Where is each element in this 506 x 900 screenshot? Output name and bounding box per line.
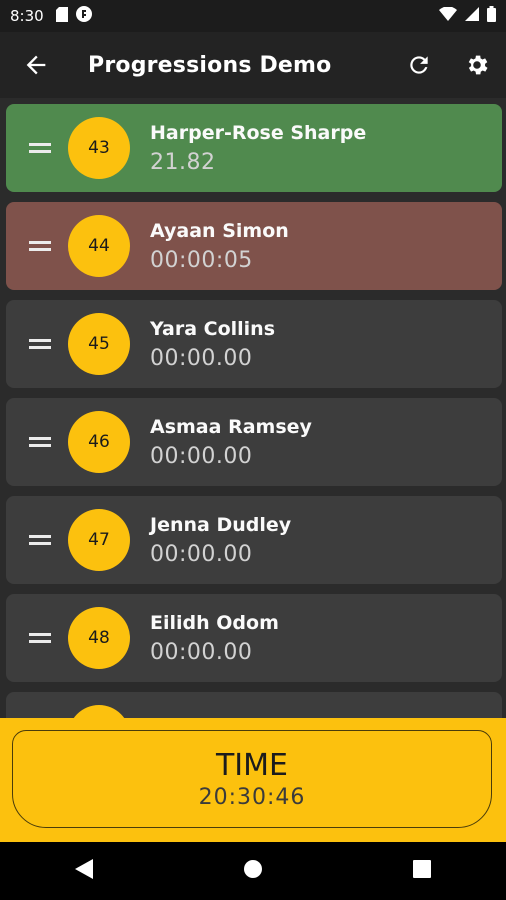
entry-time: 00:00.00 [150, 639, 253, 665]
entry-time: 00:00.00 [150, 345, 253, 371]
time-bar: TIME 20:30:46 [0, 718, 506, 842]
sd-card-icon [55, 6, 68, 26]
nav-recents-icon[interactable] [413, 860, 431, 882]
drag-handle-icon[interactable] [29, 239, 51, 253]
entry-time: 00:00:05 [150, 247, 253, 273]
signal-icon [465, 7, 479, 25]
settings-gear-icon[interactable] [464, 52, 490, 78]
entry-name: Ayaan Simon [150, 219, 289, 242]
entry-time: 00:00.00 [150, 541, 253, 567]
status-time: 8:30 [10, 7, 44, 25]
number-badge: 46 [68, 411, 130, 473]
wifi-icon [439, 6, 457, 25]
list-item[interactable]: 47 Jenna Dudley 00:00.00 [6, 496, 502, 584]
time-button-label: TIME [215, 748, 288, 783]
number-badge: 48 [68, 607, 130, 669]
list-item[interactable]: 45 Yara Collins 00:00.00 [6, 300, 502, 388]
entry-name: Asmaa Ramsey [150, 415, 312, 438]
list-item[interactable]: 44 Ayaan Simon 00:00:05 [6, 202, 502, 290]
number-badge: 49 [68, 705, 130, 718]
current-clock: 20:30:46 [198, 785, 306, 810]
status-bar: 8:30 [0, 0, 506, 32]
entry-name: Yara Collins [150, 317, 276, 340]
app-notification-icon [75, 6, 92, 26]
entry-name: Jenna Dudley [150, 513, 292, 536]
refresh-icon[interactable] [406, 52, 432, 78]
drag-handle-icon[interactable] [29, 435, 51, 449]
list-item[interactable]: 43 Harper-Rose Sharpe 21.82 [6, 104, 502, 192]
app-bar: Progressions Demo [0, 32, 506, 98]
entry-name: Harper-Rose Sharpe [150, 121, 367, 144]
entry-time: 00:00.00 [150, 443, 253, 469]
drag-handle-icon[interactable] [29, 337, 51, 351]
page-title: Progressions Demo [88, 52, 332, 78]
drag-handle-icon[interactable] [29, 141, 51, 155]
system-nav-bar [0, 842, 506, 900]
nav-back-icon[interactable] [75, 859, 93, 883]
drag-handle-icon[interactable] [29, 631, 51, 645]
list-item[interactable]: 46 Asmaa Ramsey 00:00.00 [6, 398, 502, 486]
nav-home-icon[interactable] [243, 859, 263, 883]
entry-name: Eilidh Odom [150, 611, 279, 634]
entry-time: 21.82 [150, 149, 216, 175]
number-badge: 43 [68, 117, 130, 179]
back-arrow-icon[interactable] [22, 51, 50, 79]
number-badge: 44 [68, 215, 130, 277]
number-badge: 45 [68, 313, 130, 375]
entry-list[interactable]: 43 Harper-Rose Sharpe 21.82 44 Ayaan Sim… [0, 98, 506, 718]
drag-handle-icon[interactable] [29, 533, 51, 547]
number-badge: 47 [68, 509, 130, 571]
battery-icon [487, 6, 496, 26]
time-button[interactable]: TIME 20:30:46 [12, 730, 492, 828]
list-item[interactable]: 48 Eilidh Odom 00:00.00 [6, 594, 502, 682]
list-item[interactable]: 49 [6, 692, 502, 718]
